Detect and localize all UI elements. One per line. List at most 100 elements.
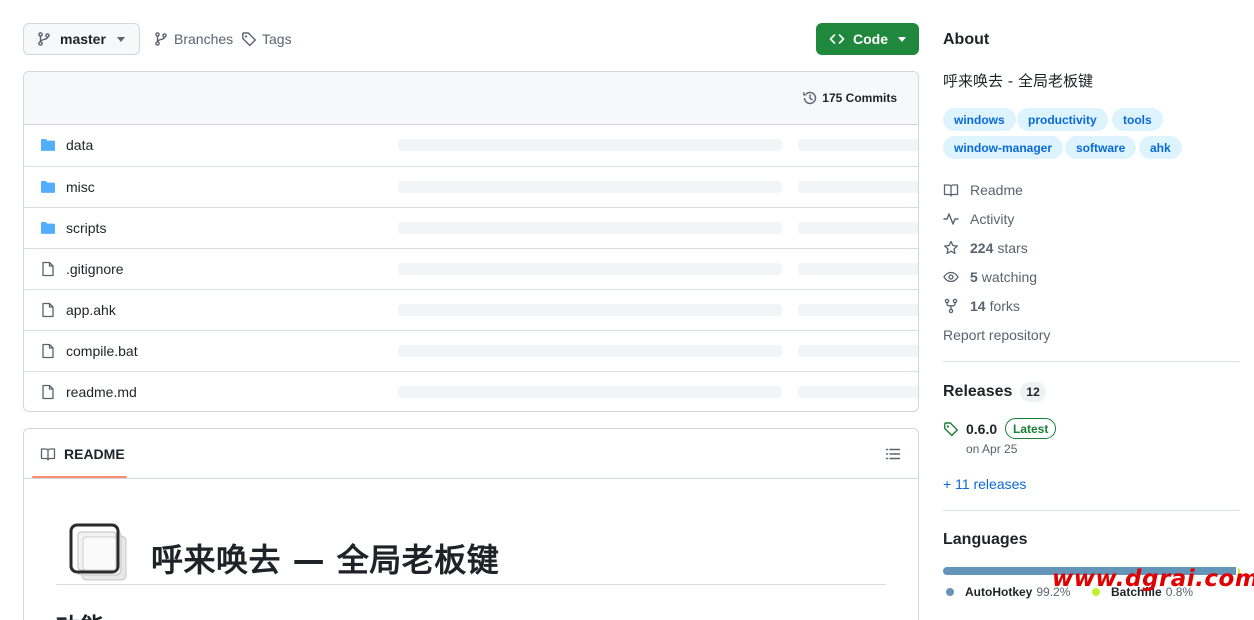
file-icon [40,261,56,280]
file-row[interactable]: app.ahk [24,289,918,330]
branches-label: Branches [174,31,234,47]
file-icon [40,384,56,403]
forks-label: forks [989,298,1020,314]
topic-tag[interactable]: software [1065,136,1137,159]
branch-selector-button[interactable]: master [23,23,140,55]
file-list: data misc scripts .gitignore app.ahk compile.… [24,125,918,411]
sidebar-divider [943,361,1240,362]
commit-date-placeholder [798,222,918,234]
release-version-link[interactable]: 0.6.0 [966,421,997,437]
commit-message-placeholder [398,222,782,234]
file-row[interactable]: .gitignore [24,248,918,289]
outline-icon[interactable] [885,446,901,465]
about-heading: About [943,31,990,48]
tag-icon [943,421,959,440]
readme-panel: README 呼来唤去 — 全局老板键 功能 [23,428,919,620]
book-icon [943,184,959,197]
file-name-link[interactable]: .gitignore [66,261,124,277]
git-branch-icon [155,32,167,46]
file-name-link[interactable]: misc [66,179,95,195]
report-repository-label: Report repository [943,327,1051,343]
repo-sidebar: About 呼来唤去 - 全局老板键 windows productivity … [943,0,1240,620]
language-name: AutoHotkey [965,585,1033,599]
commit-message-placeholder [398,263,782,275]
folder-icon [40,137,56,156]
app-logo [68,522,128,582]
topic-tag[interactable]: ahk [1139,136,1182,159]
commits-label: 175 Commits [822,91,897,105]
sidebar-divider [943,510,1240,511]
pulse-icon [943,213,959,225]
releases-heading[interactable]: Releases 12 [943,382,1046,402]
readme-subheading: 功能 [56,607,104,620]
file-name-link[interactable]: data [66,137,93,153]
watchers-link[interactable]: 5 watching [943,269,1037,285]
activity-link[interactable]: Activity [943,211,1014,227]
readme-link-label: Readme [970,182,1023,198]
readme-header: README [24,429,918,479]
more-releases-link[interactable]: + 11 releases [943,476,1026,492]
readme-tab-label: README [64,446,125,462]
commit-message-placeholder [398,139,782,151]
active-tab-indicator [32,476,127,478]
releases-count-badge: 12 [1020,382,1046,402]
file-row[interactable]: misc [24,166,918,207]
file-name-link[interactable]: app.ahk [66,302,116,318]
file-row[interactable]: scripts [24,207,918,248]
repo-toolbar: master Branches Tags Code [23,23,919,55]
readme-link[interactable]: Readme [943,182,1023,198]
topic-tag[interactable]: windows [943,108,1016,131]
release-date: on Apr 25 [966,442,1018,456]
topic-tag[interactable]: tools [1112,108,1163,131]
file-row[interactable]: readme.md [24,371,918,411]
latest-badge: Latest [1005,418,1057,439]
tags-label: Tags [262,31,292,47]
readme-title: 呼来唤去 — 全局老板键 [151,541,500,579]
commit-date-placeholder [798,263,918,275]
topic-tag[interactable]: window-manager [943,136,1064,159]
repo-forked-icon [944,298,958,314]
eye-icon [943,271,959,283]
file-icon [40,302,56,321]
activity-link-label: Activity [970,211,1015,227]
commit-date-placeholder [798,139,918,151]
file-name-link[interactable]: readme.md [66,384,137,400]
readme-tab[interactable]: README [40,446,125,462]
stars-label: stars [997,240,1028,256]
commit-message-placeholder [398,181,782,193]
topic-tag[interactable]: productivity [1017,108,1108,131]
git-branch-icon [36,31,52,47]
code-button[interactable]: Code [816,23,919,55]
commit-message-placeholder [398,386,782,398]
chevron-down-icon [898,37,906,42]
stars-link[interactable]: 224 stars [943,240,1028,256]
repo-description: 呼来唤去 - 全局老板键 [943,72,1093,90]
commit-date-placeholder [798,181,918,193]
file-icon [40,343,56,362]
file-row[interactable]: compile.bat [24,330,918,371]
tags-link[interactable]: Tags [241,23,292,55]
watching-count: 5 [970,269,978,285]
chevron-down-icon [117,37,125,42]
forks-link[interactable]: 14 forks [943,298,1020,314]
branches-link[interactable]: Branches [153,23,233,55]
folder-icon [40,179,56,198]
watching-label: watching [981,269,1038,285]
commit-message-placeholder [398,345,782,357]
file-table: 175 Commits data misc scripts .gitignore app… [23,71,919,412]
forks-count: 14 [970,298,986,314]
commit-date-placeholder [798,304,918,316]
languages-heading: Languages [943,531,1028,548]
file-table-header: 175 Commits [24,72,918,125]
file-name-link[interactable]: scripts [66,220,106,236]
file-row[interactable]: data [24,125,918,166]
title-divider [56,584,886,585]
star-icon [944,240,958,255]
folder-icon [40,220,56,239]
file-name-link[interactable]: compile.bat [66,343,138,359]
history-icon [803,91,817,105]
watermark: www.dgrai.com [1052,566,1254,592]
commits-link[interactable]: 175 Commits [802,90,897,106]
commit-message-placeholder [398,304,782,316]
report-repository-link[interactable]: Report repository [943,327,1050,343]
